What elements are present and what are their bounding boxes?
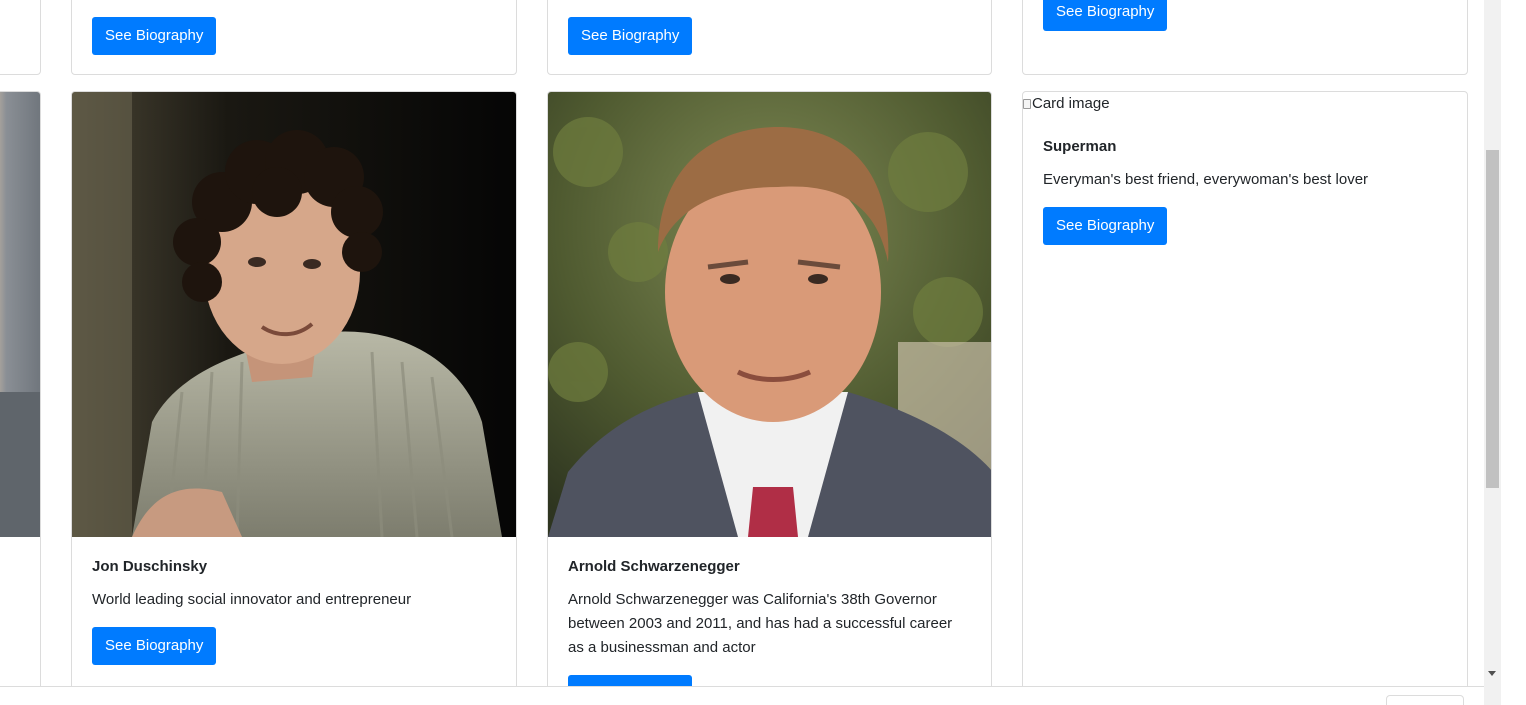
card-arnold-schwarzenegger: Arnold Schwarzenegger Arnold Schwarzeneg…	[547, 91, 992, 705]
window-edge	[1501, 0, 1526, 705]
card-text: Arnold Schwarzenegger was California's 3…	[568, 591, 953, 656]
see-biography-button[interactable]: See Biography	[1043, 0, 1168, 31]
see-biography-button[interactable]: See Biography	[92, 627, 217, 665]
scroll-down-arrow-icon[interactable]	[1488, 671, 1496, 676]
vertical-scrollbar[interactable]	[1484, 0, 1501, 705]
see-biography-button[interactable]: See Biography	[92, 17, 217, 55]
bottom-widget[interactable]	[1386, 695, 1464, 705]
see-biography-button[interactable]: See Biography	[1043, 207, 1168, 245]
bottom-bar	[0, 686, 1484, 705]
scrollbar-thumb[interactable]	[1486, 150, 1499, 488]
card-text: Everyman's best friend, everywoman's bes…	[1043, 171, 1369, 188]
portrait-photo	[548, 92, 991, 537]
card-top-left-partial	[0, 0, 41, 75]
portrait-photo	[72, 92, 516, 537]
card-title: Jon Duschinsky	[92, 558, 208, 575]
card-title: Arnold Schwarzenegger	[568, 558, 740, 575]
card-superman: Card image Superman Everyman's best frie…	[1022, 91, 1468, 705]
card-jon-duschinsky: Jon Duschinsky World leading social inno…	[71, 91, 517, 705]
cards-grid: See Biography See Biography See Biograph…	[0, 0, 1484, 705]
card-top-1: See Biography	[71, 0, 517, 75]
broken-image-icon	[1023, 98, 1031, 109]
card-top-3: See Biography	[1022, 0, 1468, 75]
card-title: Superman	[1043, 138, 1117, 155]
broken-image: Card image	[1023, 95, 1110, 112]
portrait-photo	[0, 92, 40, 537]
card-text: World leading social innovator and entre…	[92, 591, 412, 608]
card-left-partial	[0, 91, 41, 705]
card-top-2: See Biography	[547, 0, 992, 75]
see-biography-button[interactable]: See Biography	[568, 17, 693, 55]
image-alt-text: Card image	[1032, 95, 1110, 112]
